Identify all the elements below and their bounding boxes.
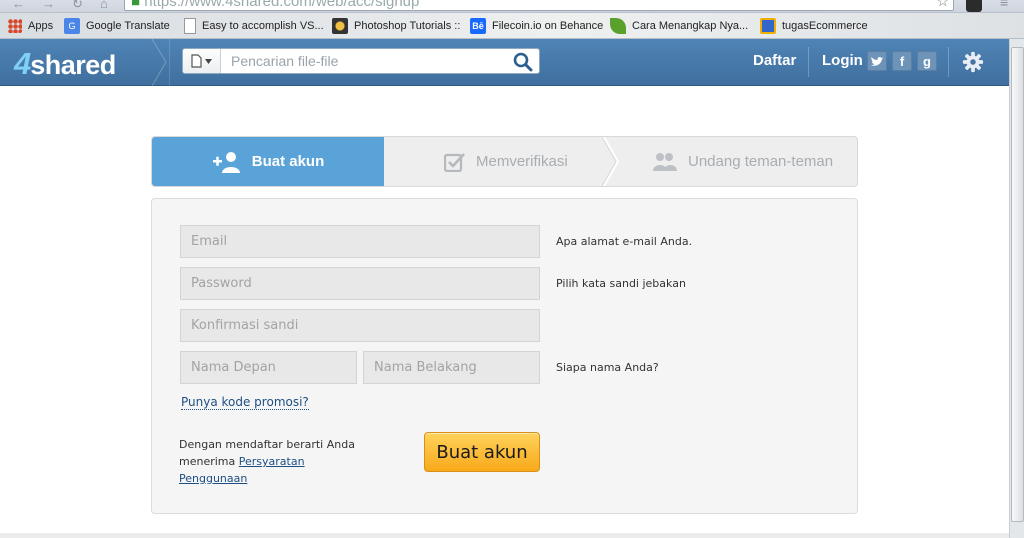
home-icon[interactable]: ⌂ — [100, 0, 108, 11]
twitter-icon[interactable] — [867, 51, 887, 71]
bookmark-tugas[interactable]: tugasEcommerce — [760, 17, 868, 35]
promo-code-link[interactable]: Punya kode promosi? — [181, 395, 309, 410]
apps-grid-icon — [8, 19, 22, 33]
step-verify: Memverifikasi — [444, 137, 568, 186]
signup-steps: Buat akun Memverifikasi Undang teman-tem… — [151, 136, 858, 187]
search-icon[interactable] — [513, 52, 533, 72]
ecommerce-icon — [760, 18, 776, 34]
logo[interactable]: 4 shared — [14, 46, 116, 81]
file-icon — [191, 54, 202, 68]
extension-icon[interactable] — [966, 0, 982, 12]
page-icon — [184, 18, 196, 34]
header-separator-2 — [948, 47, 949, 77]
header-divider-chevron — [151, 39, 170, 86]
last-name-field[interactable] — [363, 351, 540, 384]
login-link[interactable]: Login — [822, 52, 863, 69]
password-hint: Pilih kata sandi jebakan — [556, 277, 686, 290]
register-link[interactable]: Daftar — [753, 52, 796, 69]
signup-form: Apa alamat e-mail Anda. Pilih kata sandi… — [151, 198, 858, 514]
chevron-down-icon — [205, 58, 212, 64]
add-user-icon — [212, 151, 240, 173]
behance-icon: Bē — [470, 18, 486, 34]
search-input[interactable] — [223, 50, 509, 72]
bookmark-apps[interactable]: Apps — [8, 17, 53, 35]
name-hint: Siapa nama Anda? — [556, 361, 659, 374]
confirm-password-field[interactable] — [180, 309, 540, 342]
password-field[interactable] — [180, 267, 540, 300]
bookmark-behance[interactable]: Bē Filecoin.io on Behance — [470, 17, 603, 35]
bookmark-photoshop[interactable]: Photoshop Tutorials :: — [332, 17, 460, 35]
forward-icon[interactable]: → — [42, 0, 55, 11]
terms-notice: Dengan mendaftar berarti Anda menerima P… — [179, 436, 369, 487]
step-arrow — [370, 137, 384, 186]
check-icon — [444, 152, 465, 172]
page-footer-strip — [0, 533, 1009, 538]
file-type-dropdown[interactable] — [183, 49, 221, 73]
step-invite-friends: Undang teman-teman — [652, 137, 833, 186]
site-header: 4shared Daftar Login f g — [0, 39, 1009, 86]
lock-icon: ■ — [131, 0, 145, 10]
address-bar[interactable]: ■ https://www.4shared.com/web/acc/signup… — [124, 0, 954, 11]
bookmark-google-translate[interactable]: G Google Translate — [64, 17, 170, 35]
leaf-icon — [610, 18, 626, 34]
page-scrollbar[interactable] — [1009, 39, 1024, 538]
email-field[interactable] — [180, 225, 540, 258]
google-translate-icon: G — [64, 18, 80, 34]
step-divider — [602, 137, 620, 186]
photoshop-icon — [332, 18, 348, 34]
search-box — [182, 48, 540, 74]
browser-toolbar: ← → ↻ ⌂ ■ https://www.4shared.com/web/ac… — [0, 0, 1024, 13]
create-account-button[interactable]: Buat akun — [424, 432, 540, 472]
bookmarks-bar: Apps G Google Translate Easy to accompli… — [0, 13, 1024, 39]
bookmark-easy[interactable]: Easy to accomplish VS... — [184, 17, 324, 35]
address-text: https://www.4shared.com/web/acc/signup — [144, 0, 420, 10]
header-separator — [808, 47, 809, 77]
bookmark-star-icon[interactable]: ☆ — [936, 0, 949, 10]
email-hint: Apa alamat e-mail Anda. — [556, 235, 693, 248]
scrollbar-thumb[interactable] — [1011, 47, 1024, 522]
facebook-icon[interactable]: f — [892, 51, 912, 71]
reload-icon[interactable]: ↻ — [72, 0, 83, 12]
gear-icon[interactable] — [962, 51, 984, 73]
chrome-menu-icon[interactable]: ≡ — [1000, 0, 1008, 10]
users-icon — [653, 152, 677, 171]
bookmark-cara[interactable]: Cara Menangkap Nya... — [610, 17, 748, 35]
first-name-field[interactable] — [180, 351, 357, 384]
google-icon[interactable]: g — [917, 51, 937, 71]
back-icon[interactable]: ← — [12, 0, 25, 11]
step-create-account: Buat akun — [152, 137, 384, 186]
